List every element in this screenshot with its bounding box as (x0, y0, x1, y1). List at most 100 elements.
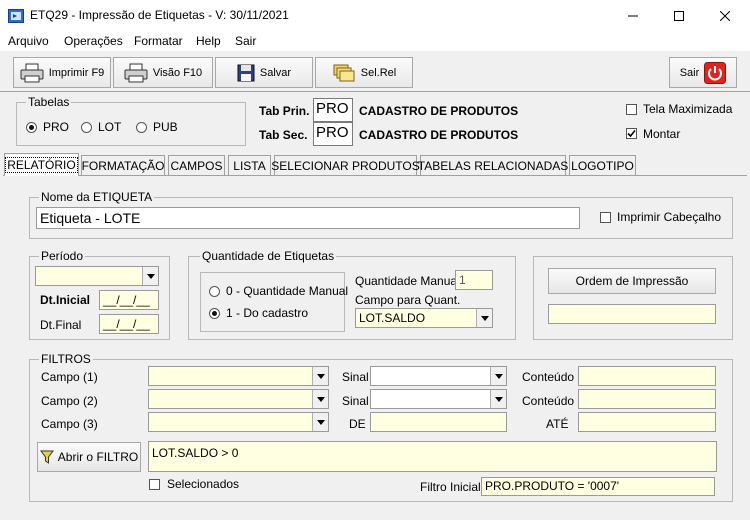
tab-lista[interactable]: LISTA (228, 155, 271, 175)
maximize-icon (674, 10, 684, 21)
dt-final-input[interactable]: __/__/__ (99, 314, 159, 334)
menu-help[interactable]: Help (196, 34, 221, 48)
de-input[interactable] (370, 412, 507, 432)
tabelas-label: Tabelas (26, 95, 72, 109)
tab-sec-desc: CADASTRO DE PRODUTOS (359, 128, 519, 142)
maximize-button[interactable] (656, 0, 702, 31)
conteudo-2-input[interactable] (578, 389, 716, 409)
conteudo-2-label: Conteúdo (522, 394, 575, 408)
chevron-down-icon (142, 267, 158, 285)
dt-inicial-input[interactable]: __/__/__ (99, 290, 159, 310)
tab-tabelas-relacionadas[interactable]: TABELAS RELACIONADAS (418, 155, 568, 175)
preview-button[interactable]: Visão F10 (113, 57, 213, 88)
tab-selecionar-produtos[interactable]: SELECIONAR PRODUTOS (271, 155, 420, 175)
app-icon (8, 9, 24, 23)
tab-sec-label: Tab Sec. (259, 128, 308, 142)
sinal-1-label: Sinal (342, 370, 369, 384)
radio-qtd-manual[interactable] (209, 286, 220, 297)
print-header-label: Imprimir Cabeçalho (617, 210, 722, 224)
open-filter-button[interactable]: Abrir o FILTRO (37, 442, 141, 472)
ate-label: ATÉ (546, 417, 569, 431)
campo-2-select[interactable] (148, 389, 329, 409)
exit-label: Sair (679, 66, 700, 79)
ordem-input[interactable] (548, 304, 716, 324)
tab-relatorio[interactable]: RELATÓRIO (4, 153, 79, 176)
print-button[interactable]: Imprimir F9 (13, 57, 111, 88)
print-header-checkbox[interactable] (600, 212, 611, 223)
campo-quant-label: Campo para Quant. (355, 293, 461, 307)
radio-qtd-cadastro[interactable] (209, 308, 220, 319)
radio-lot[interactable] (81, 122, 92, 133)
qtd-manual-label: Quantidade Manual (355, 274, 460, 288)
initial-filter-label: Filtro Inicial (420, 480, 481, 494)
save-button[interactable]: Salvar (215, 57, 313, 88)
tab-sec-code[interactable]: PRO (313, 122, 353, 146)
folder-stack-icon (333, 64, 355, 81)
qtd-manual-input[interactable]: 1 (455, 270, 493, 290)
sinal-1-select[interactable] (370, 366, 507, 386)
sinal-2-label: Sinal (342, 394, 369, 408)
printer-icon (20, 63, 44, 82)
campo-quant-select[interactable]: LOT.SALDO (355, 308, 493, 328)
selected-label: Selecionados (167, 477, 240, 491)
chevron-down-icon (312, 413, 328, 431)
minimize-button[interactable] (610, 0, 656, 31)
de-label: DE (349, 417, 366, 431)
radio-lot-label: LOT (98, 120, 122, 134)
tab-formatacao[interactable]: FORMATAÇÃO (81, 155, 165, 175)
etiqueta-input[interactable]: Etiqueta - LOTE (36, 207, 580, 229)
tab-prin-desc: CADASTRO DE PRODUTOS (359, 104, 519, 118)
selrel-button[interactable]: Sel.Rel (315, 57, 413, 88)
ate-input[interactable] (578, 412, 716, 432)
tab-campos[interactable]: CAMPOS (168, 155, 225, 175)
chevron-down-icon (490, 390, 506, 408)
quantidade-label: Quantidade de Etiquetas (200, 249, 337, 263)
filter-expression[interactable]: LOT.SALDO > 0 (148, 441, 717, 472)
menu-arquivo[interactable]: Arquivo (8, 34, 49, 48)
exit-button[interactable]: Sair (669, 57, 737, 88)
menu-operacoes[interactable]: Operações (64, 34, 123, 48)
menu-formatar[interactable]: Formatar (134, 34, 183, 48)
funnel-icon (39, 450, 54, 464)
close-button[interactable] (702, 0, 748, 31)
tab-prin-label: Tab Prin. (259, 104, 310, 118)
etiqueta-label: Nome da ETIQUETA (39, 190, 155, 204)
open-filter-label: Abrir o FILTRO (57, 450, 139, 464)
radio-qtd-cadastro-label: 1 - Do cadastro (226, 306, 309, 320)
chevron-down-icon (312, 390, 328, 408)
save-label: Salvar (259, 66, 292, 79)
campo-1-select[interactable] (148, 366, 329, 386)
print-label: Imprimir F9 (48, 66, 105, 79)
quantidade-radio-box (200, 272, 345, 332)
printer-preview-icon (124, 63, 148, 82)
chevron-down-icon (490, 367, 506, 385)
filtros-label: FILTROS (39, 352, 93, 366)
dt-inicial-label: Dt.Inicial (40, 293, 91, 307)
power-icon (704, 61, 727, 84)
initial-filter-input[interactable]: PRO.PRODUTO = '0007' (481, 477, 715, 496)
ordem-button[interactable]: Ordem de Impressão (548, 268, 716, 294)
tab-prin-code[interactable]: PRO (313, 98, 353, 122)
dt-final-label: Dt.Final (40, 318, 82, 332)
radio-pro-label: PRO (43, 120, 70, 134)
radio-qtd-manual-label: 0 - Quantidade Manual (226, 284, 349, 298)
conteudo-1-label: Conteúdo (522, 370, 575, 384)
periodo-select[interactable] (35, 266, 159, 286)
maximized-label: Tela Maximizada (643, 102, 733, 116)
radio-pub-label: PUB (153, 120, 178, 134)
campo-3-select[interactable] (148, 412, 329, 432)
radio-pro[interactable] (26, 122, 37, 133)
menu-sair[interactable]: Sair (235, 34, 256, 48)
maximized-checkbox[interactable] (626, 104, 637, 115)
tab-relatorio-label: RELATÓRIO (5, 157, 78, 173)
selected-checkbox[interactable] (149, 479, 160, 490)
tab-logotipo[interactable]: LOGOTIPO (569, 155, 636, 175)
radio-pub[interactable] (136, 122, 147, 133)
checkmark-icon (627, 129, 636, 138)
montar-checkbox[interactable] (626, 128, 637, 139)
minimize-icon (628, 15, 638, 16)
chevron-down-icon (476, 309, 492, 327)
sinal-2-select[interactable] (370, 389, 507, 409)
periodo-label: Período (39, 249, 86, 263)
conteudo-1-input[interactable] (578, 366, 716, 386)
